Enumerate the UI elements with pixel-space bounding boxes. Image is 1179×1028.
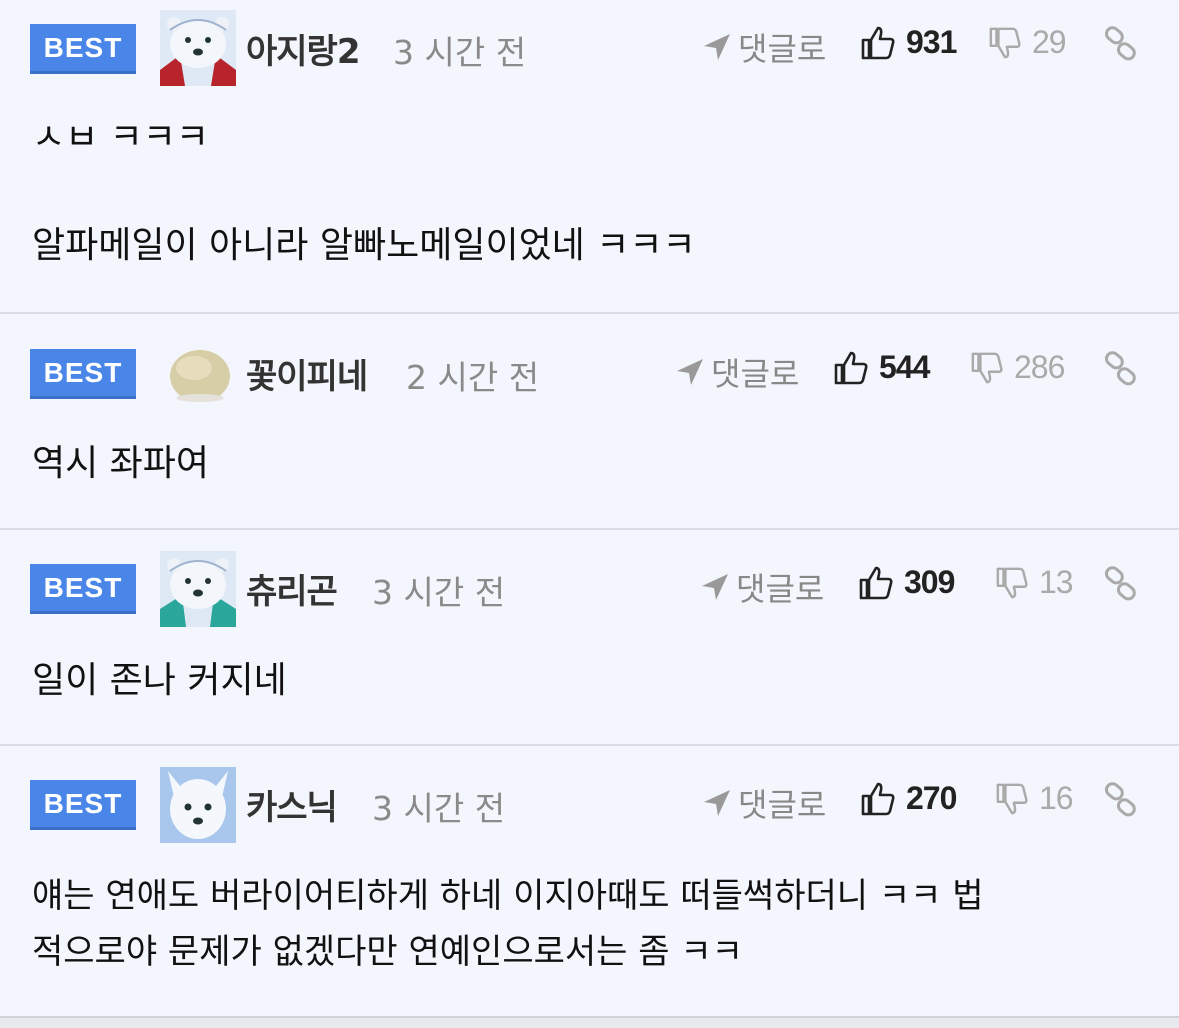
- reply-label: 댓글로: [738, 786, 827, 824]
- reply-label: 댓글로: [711, 355, 800, 393]
- comment-body: 역시 좌파여: [32, 436, 1142, 492]
- like-count: 309: [904, 564, 955, 600]
- arctic-fox-avatar-icon: [160, 767, 236, 843]
- dislike-count: 286: [1014, 349, 1065, 385]
- like-count: 931: [906, 24, 957, 60]
- like-button[interactable]: 270: [860, 780, 957, 817]
- best-badge: BEST: [30, 564, 136, 614]
- nickname[interactable]: 아지랑2: [246, 24, 360, 73]
- avatar[interactable]: [160, 767, 236, 843]
- nickname[interactable]: 카스닉: [246, 780, 338, 829]
- link-button[interactable]: [1103, 782, 1139, 822]
- link-button[interactable]: [1103, 26, 1139, 66]
- best-badge: BEST: [30, 24, 136, 74]
- reply-button[interactable]: 댓글로: [702, 780, 826, 826]
- thumbs-down-icon: [971, 352, 1003, 383]
- dislike-count: 16: [1039, 780, 1074, 816]
- thumbs-up-icon: [859, 566, 893, 599]
- send-arrow-icon: [702, 574, 728, 600]
- link-button[interactable]: [1103, 566, 1139, 606]
- divider: [0, 744, 1179, 746]
- timestamp: 2 시간 전: [406, 358, 540, 397]
- link-icon: [1104, 782, 1136, 817]
- like-count: 544: [879, 349, 930, 385]
- link-button[interactable]: [1103, 351, 1139, 391]
- dislike-count: 13: [1039, 564, 1074, 600]
- timestamp: 3 시간 전: [393, 33, 527, 72]
- link-icon: [1104, 26, 1136, 61]
- send-arrow-icon: [677, 359, 703, 385]
- comment-line: 얘는 연애도 버라이어티하게 하네 이지아때도 떠들썩하더니 ㅋㅋ 법: [32, 876, 984, 916]
- best-badge: BEST: [30, 349, 136, 399]
- nickname[interactable]: 츄리곤: [246, 564, 338, 613]
- dislike-button[interactable]: 286: [970, 349, 1065, 386]
- avatar[interactable]: [160, 336, 236, 412]
- dislike-button[interactable]: 13: [995, 564, 1074, 601]
- comment-body: ㅅㅂ ㅋㅋㅋ 알파메일이 아니라 알빠노메일이었네 ㅋㅋㅋ: [32, 110, 1142, 274]
- thumbs-down-icon: [996, 567, 1028, 598]
- dislike-button[interactable]: 29: [988, 24, 1067, 61]
- like-count: 270: [906, 780, 957, 816]
- avatar[interactable]: [160, 551, 236, 627]
- send-arrow-icon: [704, 34, 730, 60]
- nickname[interactable]: 꽃이피네: [246, 349, 368, 398]
- like-button[interactable]: 931: [860, 24, 957, 61]
- link-icon: [1104, 351, 1136, 386]
- reply-button[interactable]: 댓글로: [675, 349, 799, 395]
- link-icon: [1104, 566, 1136, 601]
- send-arrow-icon: [704, 790, 730, 816]
- comment-line: 역시 좌파여: [32, 443, 210, 484]
- thumbs-down-icon: [996, 783, 1028, 814]
- comment-body: 일이 존나 커지네: [32, 653, 1142, 709]
- best-badge: BEST: [30, 780, 136, 830]
- reply-label: 댓글로: [738, 30, 827, 68]
- dislike-count: 29: [1032, 24, 1067, 60]
- bottom-edge: [0, 1016, 1179, 1028]
- reply-button[interactable]: 댓글로: [702, 24, 826, 70]
- comment-line: 적으로야 문제가 없겠다만 연예인으로서는 좀 ㅋㅋ: [32, 932, 743, 972]
- divider: [0, 528, 1179, 530]
- thumbs-up-icon: [861, 782, 895, 815]
- thumbs-down-icon: [989, 27, 1021, 58]
- blob-avatar-icon: [160, 336, 236, 412]
- like-button[interactable]: 544: [833, 349, 930, 386]
- reply-label: 댓글로: [736, 570, 825, 608]
- timestamp: 3 시간 전: [372, 573, 506, 612]
- comment-line: 알파메일이 아니라 알빠노메일이었네 ㅋㅋㅋ: [32, 225, 696, 266]
- polar-bear-avatar-icon: [160, 10, 236, 86]
- comment-line: ㅅㅂ ㅋㅋㅋ: [32, 117, 210, 158]
- like-button[interactable]: 309: [858, 564, 955, 601]
- timestamp: 3 시간 전: [372, 789, 506, 828]
- reply-button[interactable]: 댓글로: [700, 564, 824, 610]
- dislike-button[interactable]: 16: [995, 780, 1074, 817]
- thumbs-up-icon: [861, 26, 895, 59]
- divider: [0, 312, 1179, 314]
- avatar[interactable]: [160, 10, 236, 86]
- thumbs-up-icon: [834, 351, 868, 384]
- comment-body: 얘는 연애도 버라이어티하게 하네 이지아때도 떠들썩하더니 ㅋㅋ 법 적으로야…: [32, 868, 1142, 980]
- comment-line: 일이 존나 커지네: [32, 660, 287, 701]
- polar-bear-avatar-icon: [160, 551, 236, 627]
